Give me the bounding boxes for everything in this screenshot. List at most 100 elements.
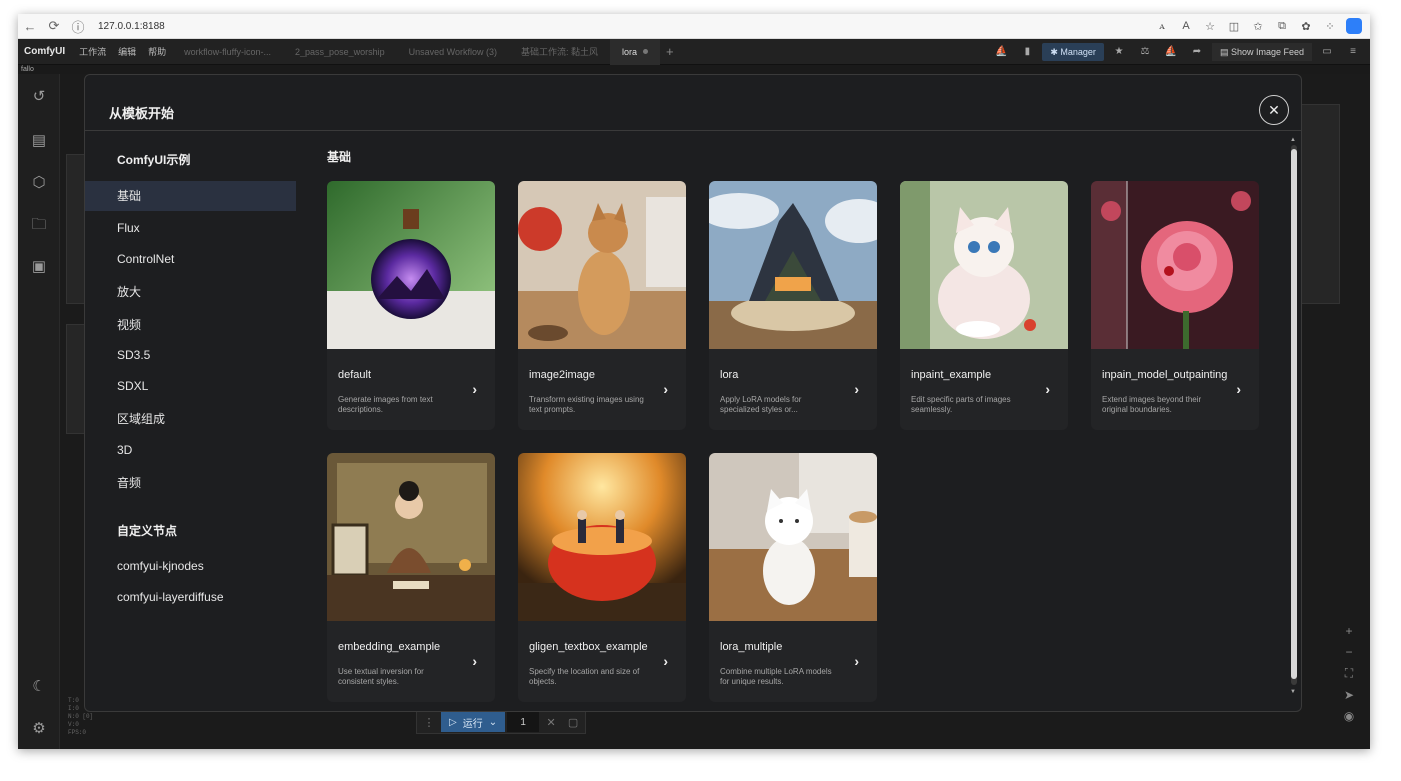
menu-workflow[interactable]: 工作流	[73, 45, 112, 58]
navigate-icon[interactable]: ➤	[1344, 688, 1354, 702]
card-description: Specify the location and size of objects…	[529, 667, 640, 686]
workflow-tab[interactable]: 基础工作流: 黏土风	[509, 45, 610, 58]
nav-section-heading: 自定义节点	[117, 524, 178, 538]
card-description: Transform existing images using text pro…	[529, 395, 644, 414]
batch-count-input[interactable]: 1	[507, 712, 540, 732]
chevron-right-icon: ›	[472, 653, 477, 669]
template-card-image2image[interactable]: image2image Transform existing images us…	[518, 181, 686, 430]
hamburger-menu-icon[interactable]: ≡	[1342, 43, 1364, 61]
nav-item-area-composition[interactable]: 区域组成	[85, 404, 296, 434]
template-card-lora-multiple[interactable]: lora_multiple Combine multiple LoRA mode…	[709, 453, 877, 702]
run-button[interactable]: ▷ 运行 ⌄	[441, 712, 506, 732]
chevron-down-icon[interactable]: ⌄	[489, 717, 497, 728]
chevron-right-icon: ›	[854, 381, 859, 397]
browser-toolbar: ← ⟳ ⓘ 127.0.0.1:8188 ꭺ A ☆ ◫ ✩ ⧉ ✿ ⁘	[18, 14, 1370, 39]
canvas-node[interactable]	[1300, 104, 1340, 304]
visibility-eye-icon[interactable]: ◉	[1344, 709, 1354, 723]
nav-item-flux[interactable]: Flux	[85, 213, 296, 243]
template-card-lora[interactable]: lora Apply LoRA models for specialized s…	[709, 181, 877, 430]
template-card-embedding-example[interactable]: embedding_example Use textual inversion …	[327, 453, 495, 702]
favorite-star-icon[interactable]: ☆	[1202, 20, 1218, 33]
star-icon[interactable]: ★	[1108, 43, 1130, 61]
menu-edit[interactable]: 编辑	[112, 45, 142, 58]
run-label: 运行	[462, 718, 483, 730]
reload-icon[interactable]: ⟳	[42, 18, 66, 34]
modal-title: 从模板开始	[109, 106, 175, 121]
card-title: inpaint_example	[911, 369, 992, 381]
stop-square-icon[interactable]: ▢	[563, 716, 583, 729]
nav-item-video[interactable]: 视频	[85, 310, 296, 340]
menu-help[interactable]: 帮助	[142, 45, 172, 58]
sailboat-icon[interactable]: ⛵	[1160, 43, 1182, 61]
app-top-bar: ComfyUI 工作流 编辑 帮助 workflow-fluffy-icon-.…	[18, 38, 1370, 65]
model-library-icon[interactable]: ⬡	[28, 172, 50, 194]
favorites-icon[interactable]: ✩	[1250, 20, 1266, 33]
scroll-down-icon[interactable]: ▼	[1290, 689, 1296, 695]
text-size-icon[interactable]: A	[1178, 20, 1194, 32]
info-icon[interactable]: ⓘ	[66, 17, 90, 36]
share-icon[interactable]: ➦	[1186, 43, 1208, 61]
folder-icon[interactable]: 🗀	[28, 214, 50, 236]
chevron-right-icon: ›	[472, 381, 477, 397]
settings-gear-icon[interactable]: ⚙	[28, 718, 50, 740]
show-image-feed-button[interactable]: ▤ Show Image Feed	[1211, 42, 1312, 61]
template-card-gligen-textbox[interactable]: gligen_textbox_example Specify the locat…	[518, 453, 686, 702]
scroll-thumb[interactable]	[1291, 149, 1297, 679]
zoom-in-icon[interactable]: +	[1345, 624, 1352, 638]
nav-item-basic[interactable]: 基础	[85, 181, 296, 211]
thumbnail-ceramic-cat	[709, 453, 877, 621]
nav-item-sdxl[interactable]: SDXL	[85, 371, 296, 401]
theme-moon-icon[interactable]: ☾	[28, 676, 50, 698]
panel-icon[interactable]: ▭	[1316, 43, 1338, 61]
address-bar[interactable]: 127.0.0.1:8188	[98, 21, 165, 32]
nav-item-kjnodes[interactable]: comfyui-kjnodes	[85, 551, 296, 581]
close-icon: ✕	[1268, 101, 1280, 118]
nav-item-controlnet[interactable]: ControlNet	[85, 244, 296, 274]
card-title: image2image	[529, 369, 596, 381]
template-nav: ComfyUI示例 基础 Flux ControlNet 放大 视频 SD3.5…	[85, 131, 297, 711]
close-button[interactable]: ✕	[1259, 95, 1289, 125]
drag-handle-icon[interactable]: ⋮	[419, 716, 439, 729]
canvas-controls: + − ⛶ ➤ ◉	[1336, 624, 1362, 723]
bookmark-icon[interactable]: ▮	[1016, 43, 1038, 61]
copilot-icon[interactable]	[1346, 18, 1362, 34]
thumbnail-bottle-galaxy	[327, 181, 495, 349]
nav-item-audio[interactable]: 音频	[85, 468, 296, 498]
cancel-x-icon[interactable]: ✕	[541, 716, 561, 729]
workflow-tab-active[interactable]: lora	[609, 38, 660, 65]
nav-item-sd35[interactable]: SD3.5	[85, 340, 296, 370]
card-title: embedding_example	[338, 641, 441, 653]
scroll-up-icon[interactable]: ▲	[1290, 137, 1296, 143]
template-card-default[interactable]: default Generate images from text descri…	[327, 181, 495, 430]
workflow-tab[interactable]: workflow-fluffy-icon-...	[172, 47, 283, 57]
history-icon[interactable]: ↺	[28, 86, 50, 108]
template-card-inpaint-example[interactable]: inpaint_example Edit specific parts of i…	[900, 181, 1068, 430]
modal-scrollbar[interactable]: ▲ ▼	[1290, 137, 1297, 697]
card-title: gligen_textbox_example	[529, 641, 648, 653]
nav-item-layerdiffuse[interactable]: comfyui-layerdiffuse	[85, 582, 296, 612]
chevron-right-icon: ›	[1045, 381, 1050, 397]
zoom-out-icon[interactable]: −	[1345, 645, 1352, 659]
read-aloud-icon[interactable]: ꭺ	[1154, 20, 1170, 33]
nav-item-upscale[interactable]: 放大	[85, 277, 296, 307]
workflow-tab[interactable]: 2_pass_pose_worship	[283, 47, 397, 57]
nav-item-3d[interactable]: 3D	[85, 435, 296, 465]
template-card-outpainting[interactable]: inpain_model_outpainting Extend images b…	[1091, 181, 1259, 430]
extensions-icon[interactable]: ✿	[1298, 20, 1314, 33]
thumbnail-rose	[1091, 181, 1259, 349]
scale-icon[interactable]: ⚖	[1134, 43, 1156, 61]
card-description: Extend images beyond their original boun…	[1102, 395, 1202, 414]
collections-icon[interactable]: ⧉	[1274, 20, 1290, 33]
boat-icon[interactable]: ⛵	[990, 43, 1012, 61]
image-gallery-icon[interactable]: ▣	[28, 256, 50, 278]
queue-icon[interactable]: ▤	[28, 130, 50, 152]
arrow-left-icon[interactable]: ←	[18, 19, 42, 34]
fit-view-icon[interactable]: ⛶	[1345, 666, 1353, 681]
notifications-icon[interactable]: ⁘	[1322, 20, 1338, 33]
workflow-tab[interactable]: Unsaved Workflow (3)	[397, 47, 509, 57]
manager-button[interactable]: ✱ Manager	[1042, 42, 1104, 61]
run-toolbar: ⋮ ▷ 运行 ⌄ 1 ✕ ▢	[416, 710, 587, 734]
add-tab-icon[interactable]: +	[660, 44, 680, 59]
thumbnail-girl-painting	[327, 453, 495, 621]
split-screen-icon[interactable]: ◫	[1226, 20, 1242, 33]
